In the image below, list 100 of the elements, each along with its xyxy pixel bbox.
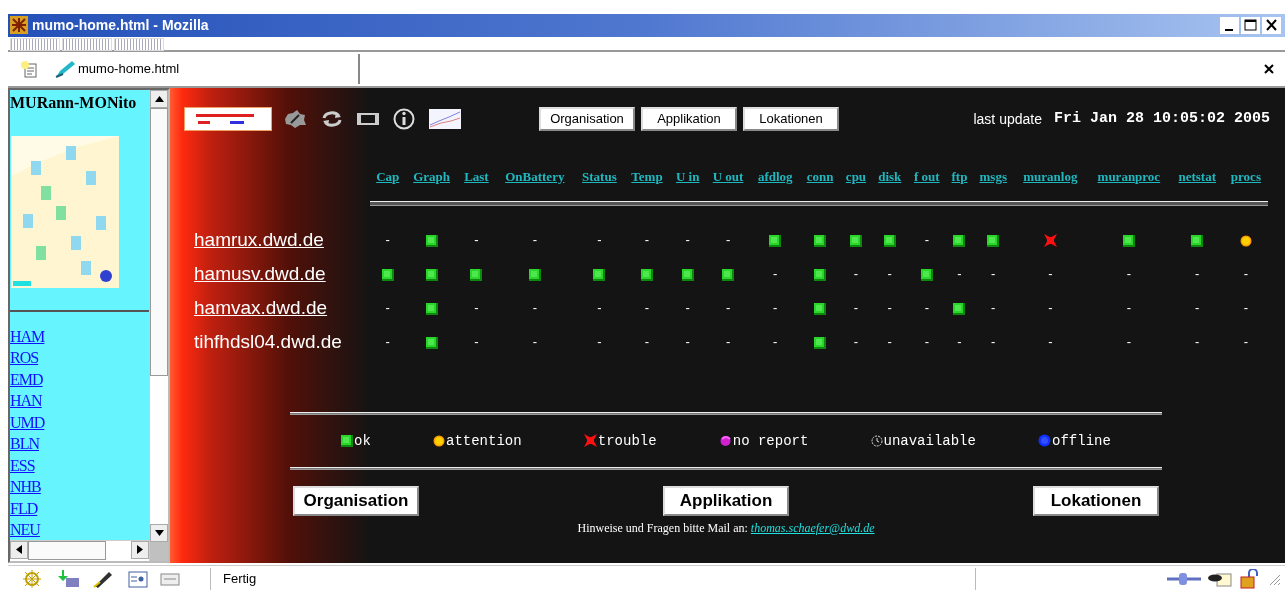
column-link[interactable]: muranlog [1023,168,1078,184]
empty-status: - [773,266,778,282]
status-square-icon [920,268,933,281]
chart-icon[interactable] [429,108,461,129]
toolbar-grip[interactable] [10,37,60,51]
status-dot-icon [433,434,445,447]
toolbar-grip[interactable] [62,37,112,51]
scrollbar-thumb[interactable] [28,540,106,560]
empty-status: - [887,266,892,282]
footer-note: Hinweise und Fragen bitte Mail an: [577,520,748,535]
empty-status: - [1243,300,1249,316]
status-square-icon [528,268,541,281]
empty-status: - [853,300,859,316]
caret-icon [137,545,143,555]
column-link[interactable]: netstat [1178,168,1217,184]
status-square-icon [681,268,694,281]
empty-status: - [474,300,479,316]
column-link[interactable]: f out [914,168,940,184]
empty-status: - [773,300,778,316]
scroll-left-button[interactable] [10,540,28,559]
empty-status: - [597,300,602,316]
frame-icon[interactable] [357,110,379,127]
empty-status: - [1195,334,1200,350]
column-link[interactable]: Last [464,168,489,184]
nav-button[interactable]: Organisation [539,106,635,131]
column-link[interactable]: U in [675,168,700,184]
column-link[interactable]: Cap [376,168,400,184]
scroll-down-button[interactable] [150,523,168,542]
scroll-right-button[interactable] [131,540,149,559]
scrollbar-thumb[interactable] [150,107,168,376]
empty-status: - [685,300,690,316]
location-link[interactable]: HAM [10,325,45,348]
minimize-icon[interactable] [1220,16,1239,34]
maximize-icon[interactable] [1241,16,1260,34]
host-link[interactable]: hamusv.dwd.de [194,262,326,284]
seal-icon[interactable] [283,109,307,128]
location-link[interactable]: EMD [10,368,43,391]
info-icon[interactable] [393,107,415,130]
host-name: tihfhdsl04.dwd.de [194,330,342,352]
empty-status: - [924,334,929,350]
email-link[interactable]: thomas.schaefer@dwd.de [750,520,875,535]
frame-title: MURann-MONito [10,93,137,112]
toolbar-grip[interactable] [114,37,164,51]
column-link[interactable]: afdlog [757,168,793,184]
nav-button[interactable]: Lokationen [1033,485,1159,516]
column-link[interactable]: procs [1230,168,1261,184]
column-link[interactable]: OnBattery [505,168,565,184]
empty-status: - [385,232,390,248]
column-link[interactable]: disk [878,168,902,184]
status-cross-icon [1043,234,1057,248]
empty-status: - [385,334,390,350]
host-link[interactable]: hamrux.dwd.de [194,228,324,250]
nav-button[interactable]: Lokationen [743,106,839,131]
column-link[interactable]: Temp [631,168,663,184]
nav-button[interactable]: Applikation [641,106,737,131]
location-link[interactable]: ESS [10,454,35,477]
pen-icon [54,58,76,79]
plug-icon[interactable] [1167,570,1201,587]
empty-status: - [991,334,996,350]
padlock-icon[interactable] [1239,568,1261,589]
status-square-icon [814,234,826,247]
download-icon[interactable] [56,569,80,588]
legend-label: attention [446,432,522,449]
empty-status: - [644,300,650,316]
host-link[interactable]: hamvax.dwd.de [194,296,328,318]
column-link[interactable]: Status [582,168,617,184]
location-link[interactable]: FLD [10,497,38,520]
column-link[interactable]: ftp [951,168,968,184]
refresh-icon[interactable] [321,109,343,128]
location-link[interactable]: UMD [10,411,45,434]
scroll-up-button[interactable] [150,89,168,108]
empty-status: - [725,232,731,248]
empty-status: - [773,334,778,350]
location-link[interactable]: BLN [10,433,39,455]
nav-button[interactable]: Applikation [663,485,789,516]
nav-button[interactable]: Organisation [293,485,419,516]
column-link[interactable]: conn [806,168,834,184]
column-link[interactable]: msgs [979,168,1007,184]
close-icon[interactable] [1262,16,1281,34]
column-link[interactable]: U out [712,168,744,184]
status-text: Fertig [223,571,257,587]
column-link[interactable]: Graph [413,168,451,184]
legend-label: trouble [597,432,657,449]
empty-status: - [474,334,479,350]
column-link[interactable]: muranproc [1097,168,1161,184]
location-link[interactable]: NHB [10,476,41,498]
close-icon[interactable] [1263,62,1275,75]
location-link[interactable]: HAN [10,390,42,412]
status-dot-icon [1038,434,1052,448]
location-link[interactable]: NEU [10,519,40,540]
contact-card-icon[interactable] [128,569,148,588]
browser-tab[interactable]: mumo-home.html [54,53,360,84]
empty-status: - [532,300,537,316]
column-link[interactable]: cpu [845,168,867,184]
status-square-icon [814,302,826,315]
location-link[interactable]: ROS [10,347,39,369]
legend-label: unavailable [883,432,976,449]
empty-status: - [1126,334,1132,350]
empty-status: - [1126,300,1132,316]
empty-status: - [474,232,479,248]
